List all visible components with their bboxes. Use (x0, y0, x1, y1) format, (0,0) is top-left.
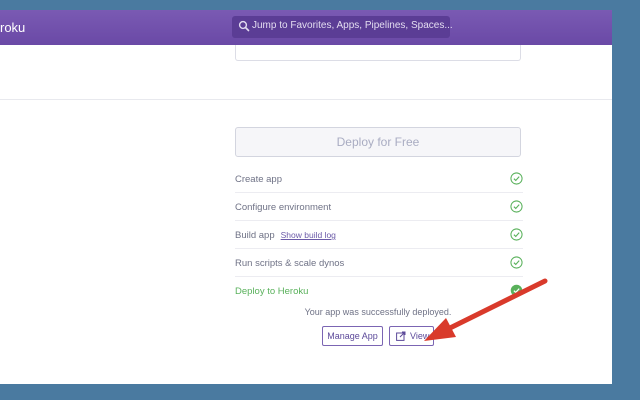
step-label: Configure environment (235, 202, 332, 213)
top-navigation-bar: roku Jump to Favorites, Apps, Pipelines,… (0, 10, 612, 45)
check-circle-icon (510, 284, 523, 297)
search-input[interactable]: Jump to Favorites, Apps, Pipelines, Spac… (232, 16, 453, 38)
step-deploy-to-heroku: Deploy to Heroku (235, 277, 523, 305)
step-build-app: Build app Show build log (235, 221, 523, 249)
view-app-button[interactable]: View (389, 326, 434, 346)
manage-app-button[interactable]: Manage App (322, 326, 383, 346)
step-label: Deploy to Heroku (235, 286, 309, 297)
view-button-label: View (410, 331, 430, 341)
step-configure-environment: Configure environment (235, 193, 523, 221)
deploy-for-free-button[interactable]: Deploy for Free (235, 127, 521, 157)
success-message: Your app was successfully deployed. (304, 307, 452, 317)
brand-name[interactable]: roku (0, 20, 25, 35)
check-circle-icon (510, 172, 523, 185)
step-run-scripts: Run scripts & scale dynos (235, 249, 523, 277)
check-circle-icon (510, 256, 523, 269)
check-circle-icon (510, 200, 523, 213)
deploy-steps-list: Create app Configure environment Build a… (235, 165, 523, 305)
external-link-icon (396, 331, 406, 341)
step-label-text: Build app (235, 230, 275, 241)
previous-section-box (235, 45, 521, 61)
app-window: roku Jump to Favorites, Apps, Pipelines,… (0, 10, 612, 384)
step-label: Create app (235, 174, 283, 185)
check-circle-icon (510, 228, 523, 241)
section-divider (0, 99, 612, 100)
search-placeholder: Jump to Favorites, Apps, Pipelines, Spac… (252, 20, 453, 31)
step-label: Build app Show build log (235, 230, 336, 241)
show-build-log-link[interactable]: Show build log (281, 230, 336, 240)
search-icon (238, 20, 250, 32)
step-create-app: Create app (235, 165, 523, 193)
step-label: Run scripts & scale dynos (235, 258, 345, 269)
